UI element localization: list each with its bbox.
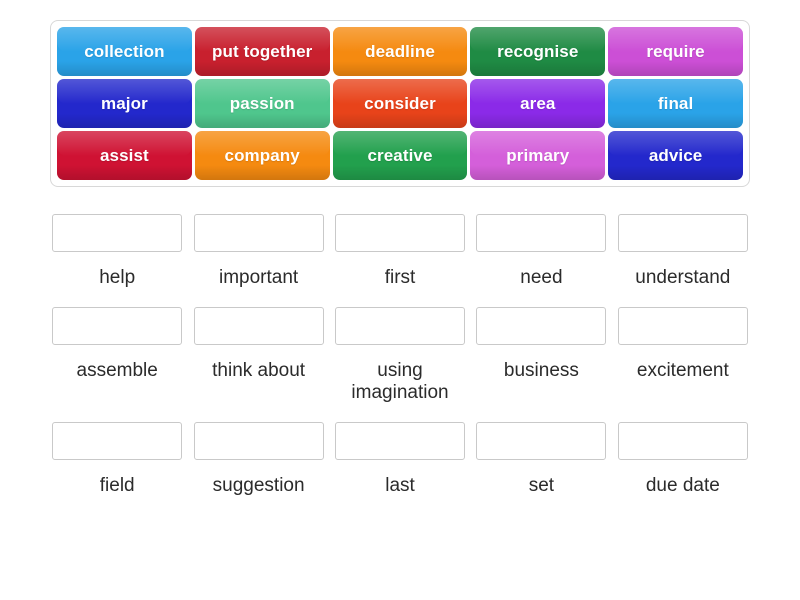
word-tile[interactable]: consider bbox=[332, 79, 468, 128]
word-tile[interactable]: collection bbox=[57, 27, 192, 76]
answer-cell: business bbox=[474, 306, 608, 404]
answer-cell: think about bbox=[191, 306, 325, 404]
word-tile[interactable]: assist bbox=[57, 131, 192, 180]
answer-definition-label: set bbox=[528, 474, 555, 496]
word-tile-label: company bbox=[224, 145, 300, 165]
answer-definition-label: assemble bbox=[76, 359, 158, 381]
word-tile-label: recognise bbox=[497, 41, 579, 61]
word-tile-label: consider bbox=[364, 93, 436, 113]
answer-row: help important first need understand bbox=[50, 214, 750, 289]
answer-cell: first bbox=[333, 214, 467, 289]
word-tile[interactable]: major bbox=[57, 79, 192, 128]
word-tile-label: put together bbox=[212, 41, 313, 61]
answer-drop-box[interactable] bbox=[52, 421, 183, 460]
answer-drop-box[interactable] bbox=[335, 214, 466, 252]
word-tile[interactable]: creative bbox=[332, 131, 468, 180]
answer-cell: need bbox=[474, 214, 608, 289]
answer-definition-label: help bbox=[99, 267, 136, 288]
word-tile-label: collection bbox=[84, 41, 165, 61]
answer-grid: help important first need understand assemble… bbox=[50, 214, 750, 496]
answer-definition-label: suggestion bbox=[212, 474, 305, 496]
match-up-activity: collection put together deadline recognise r… bbox=[0, 0, 800, 600]
answer-row: field suggestion last set due date bbox=[50, 421, 750, 497]
answer-definition-label: field bbox=[99, 474, 135, 496]
answer-drop-box[interactable] bbox=[335, 421, 466, 460]
word-tile[interactable]: primary bbox=[470, 131, 606, 180]
answer-cell: due date bbox=[616, 421, 750, 497]
answer-drop-box[interactable] bbox=[193, 214, 324, 252]
answer-cell: assemble bbox=[50, 306, 184, 404]
answer-cell: using imagination bbox=[333, 306, 467, 404]
word-tile-row: collection put together deadline recognise r… bbox=[57, 27, 743, 76]
word-tile-label: area bbox=[520, 93, 556, 113]
word-tile[interactable]: area bbox=[470, 79, 606, 128]
answer-drop-box[interactable] bbox=[617, 421, 748, 460]
answer-cell: suggestion bbox=[191, 421, 325, 497]
answer-definition-label: need bbox=[520, 267, 563, 288]
word-tile-row: assist company creative primary advice bbox=[57, 131, 743, 180]
answer-cell: excitement bbox=[616, 306, 750, 404]
word-tile-row: major passion consider area final bbox=[57, 79, 743, 128]
answer-definition-label: excitement bbox=[636, 359, 729, 381]
answer-cell: understand bbox=[616, 214, 750, 289]
answer-drop-box[interactable] bbox=[52, 214, 183, 252]
word-tile[interactable]: company bbox=[194, 131, 330, 180]
word-tile-label: creative bbox=[367, 145, 433, 165]
answer-definition-label: understand bbox=[635, 267, 731, 288]
word-tile[interactable]: require bbox=[608, 27, 743, 76]
answer-definition-label: important bbox=[219, 267, 299, 288]
answer-drop-box[interactable] bbox=[193, 306, 324, 345]
word-tile[interactable]: final bbox=[608, 79, 743, 128]
answer-drop-box[interactable] bbox=[52, 306, 183, 345]
answer-cell: field bbox=[50, 421, 184, 497]
answer-definition-label: first bbox=[384, 267, 416, 288]
answer-row: assemble think about using imagination busi… bbox=[50, 306, 750, 404]
answer-drop-box[interactable] bbox=[476, 214, 607, 252]
answer-cell: set bbox=[474, 421, 608, 497]
word-tile-label: primary bbox=[506, 145, 570, 165]
answer-drop-box[interactable] bbox=[335, 306, 466, 345]
answer-cell: last bbox=[333, 421, 467, 497]
word-tile-label: final bbox=[657, 93, 694, 113]
answer-definition-label: using imagination bbox=[351, 359, 449, 403]
word-tile-label: advice bbox=[648, 145, 703, 165]
answer-drop-box[interactable] bbox=[476, 306, 607, 345]
word-tile[interactable]: passion bbox=[194, 79, 330, 128]
answer-drop-box[interactable] bbox=[193, 421, 324, 460]
answer-drop-box[interactable] bbox=[617, 214, 748, 252]
answer-definition-label: business bbox=[503, 359, 579, 381]
answer-definition-label: due date bbox=[645, 474, 720, 496]
word-tile-label: major bbox=[101, 93, 148, 113]
word-tile[interactable]: advice bbox=[608, 131, 743, 180]
word-tile-label: require bbox=[646, 41, 705, 61]
answer-drop-box[interactable] bbox=[617, 306, 748, 345]
word-tile-tray: collection put together deadline recognise r… bbox=[50, 20, 750, 187]
word-tile-label: deadline bbox=[365, 41, 435, 61]
answer-definition-label: last bbox=[385, 474, 415, 496]
word-tile-label: passion bbox=[229, 93, 295, 113]
word-tile[interactable]: recognise bbox=[470, 27, 606, 76]
answer-drop-box[interactable] bbox=[476, 421, 607, 460]
word-tile[interactable]: deadline bbox=[332, 27, 468, 76]
word-tile[interactable]: put together bbox=[194, 27, 330, 76]
answer-cell: important bbox=[191, 214, 325, 289]
answer-definition-label: think about bbox=[212, 359, 306, 381]
answer-cell: help bbox=[50, 214, 184, 289]
word-tile-label: assist bbox=[99, 145, 149, 165]
